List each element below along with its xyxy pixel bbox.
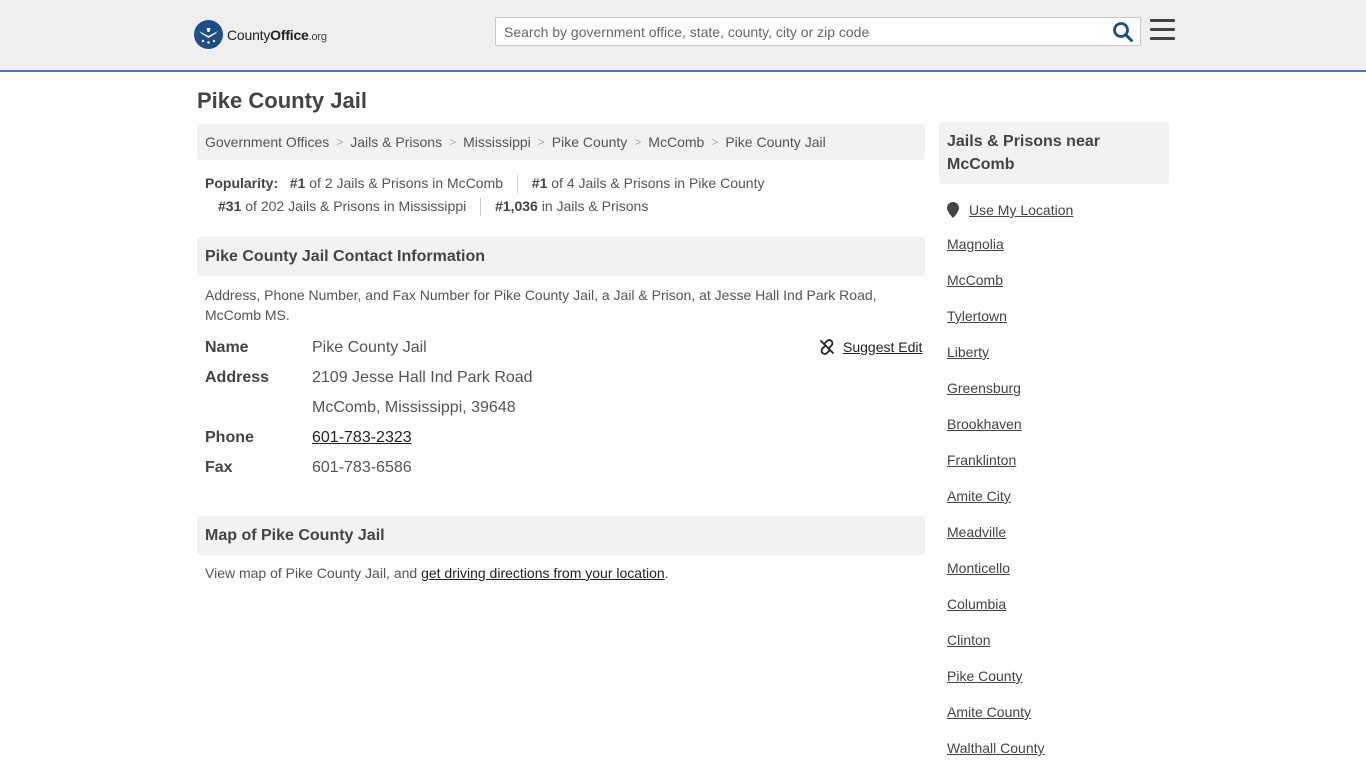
map-pin-icon <box>947 202 959 218</box>
nearby-link-tylertown[interactable]: Tylertown <box>947 308 1007 324</box>
popularity-label: Popularity: <box>205 175 279 191</box>
page-title: Pike County Jail <box>197 88 367 113</box>
map-section-heading: Map of Pike County Jail <box>197 516 925 555</box>
fax-label: Fax <box>205 459 233 476</box>
list-item: Tylertown <box>947 308 1167 344</box>
map-text-before: View map of Pike County Jail, and <box>205 565 422 581</box>
breadcrumb-item-government-offices[interactable]: Government Offices <box>205 134 329 150</box>
nearby-link-mccomb[interactable]: McComb <box>947 272 1003 288</box>
nearby-link-clinton[interactable]: Clinton <box>947 632 991 648</box>
list-item: Liberty <box>947 344 1167 380</box>
address-label: Address <box>205 369 270 386</box>
list-item: Amite City <box>947 488 1167 524</box>
logo-eagle-icon <box>194 20 223 49</box>
rank-state-number: #31 <box>218 198 242 214</box>
popularity-ranking: Popularity: #1 of 2 Jails & Prisons in M… <box>205 172 764 218</box>
name-row: Name Pike County Jail <box>205 336 925 366</box>
breadcrumb-item-current: Pike County Jail <box>725 134 826 150</box>
rank-national-text: in Jails & Prisons <box>541 198 649 214</box>
nearby-link-brookhaven[interactable]: Brookhaven <box>947 416 1022 432</box>
rank-mccomb-text: of 2 Jails & Prisons in McComb <box>309 175 503 191</box>
map-text-after: . <box>664 565 669 581</box>
rank-divider <box>480 198 482 217</box>
nearby-link-amite-county[interactable]: Amite County <box>947 704 1031 720</box>
address-line-2: McComb, Mississippi, 39648 <box>312 399 516 416</box>
breadcrumb-separator-icon: > <box>537 135 545 149</box>
driving-directions-link[interactable]: get driving directions from your locatio… <box>421 565 665 581</box>
list-item: Magnolia <box>947 236 1167 272</box>
nearby-link-walthall-county[interactable]: Walthall County <box>947 740 1045 756</box>
breadcrumb: Government Offices > Jails & Prisons > M… <box>197 124 925 160</box>
nearby-link-columbia[interactable]: Columbia <box>947 596 1006 612</box>
list-item: Monticello <box>947 560 1167 596</box>
nearby-link-liberty[interactable]: Liberty <box>947 344 989 360</box>
nearby-link-amite-city[interactable]: Amite City <box>947 488 1011 504</box>
rank-mccomb-number: #1 <box>289 175 306 191</box>
rank-county-number: #1 <box>531 175 548 191</box>
nearby-link-franklinton[interactable]: Franklinton <box>947 452 1016 468</box>
search-icon <box>1113 22 1133 42</box>
nearby-link-greensburg[interactable]: Greensburg <box>947 380 1021 396</box>
nearby-link-meadville[interactable]: Meadville <box>947 524 1006 540</box>
rank-national-number: #1,036 <box>495 198 538 214</box>
breadcrumb-separator-icon: > <box>449 135 457 149</box>
rank-divider <box>516 175 518 194</box>
search-box <box>495 17 1141 46</box>
contact-description: Address, Phone Number, and Fax Number fo… <box>205 287 877 323</box>
name-value: Pike County Jail <box>312 339 427 356</box>
address-row: Address 2109 Jesse Hall Ind Park Road <box>205 366 925 396</box>
address-row-2: McComb, Mississippi, 39648 <box>205 396 925 426</box>
logo-org-text: .org <box>308 30 327 43</box>
breadcrumb-item-pike-county[interactable]: Pike County <box>552 134 627 150</box>
breadcrumb-item-mccomb[interactable]: McComb <box>648 134 704 150</box>
logo-office-text: Office <box>270 26 309 43</box>
phone-row: Phone 601-783-2323 <box>205 426 925 456</box>
fax-value: 601-783-6586 <box>312 459 412 476</box>
list-item: Brookhaven <box>947 416 1167 452</box>
search-button[interactable] <box>1112 21 1134 43</box>
fax-row: Fax 601-783-6586 <box>205 456 925 486</box>
breadcrumb-separator-icon: > <box>634 135 642 149</box>
nearby-list: Use My Location Magnolia McComb Tylertow… <box>947 200 1167 776</box>
top-header: CountyOffice.org <box>0 0 1366 72</box>
use-location[interactable]: Use My Location <box>947 200 1167 220</box>
rank-county-text: of 4 Jails & Prisons in Pike County <box>551 175 765 191</box>
breadcrumb-separator-icon: > <box>336 135 344 149</box>
hamburger-menu-icon[interactable] <box>1150 19 1175 41</box>
map-description: View map of Pike County Jail, and get dr… <box>205 565 669 581</box>
contact-section-heading: Pike County Jail Contact Information <box>197 237 925 276</box>
list-item: Greensburg <box>947 380 1167 416</box>
breadcrumb-separator-icon: > <box>711 135 719 149</box>
list-item: Columbia <box>947 596 1167 632</box>
nearby-link-monticello[interactable]: Monticello <box>947 560 1010 576</box>
name-label: Name <box>205 339 249 356</box>
nearby-link-magnolia[interactable]: Magnolia <box>947 236 1004 252</box>
logo-wordmark: CountyOffice.org <box>227 27 327 43</box>
list-item: Amite County <box>947 704 1167 740</box>
use-my-location-link[interactable]: Use My Location <box>969 202 1073 218</box>
list-item: Franklinton <box>947 452 1167 488</box>
phone-label: Phone <box>205 429 254 446</box>
sidebar-heading: Jails & Prisons near McComb <box>939 122 1169 184</box>
list-item: McComb <box>947 272 1167 308</box>
phone-link[interactable]: 601-783-2323 <box>312 429 412 446</box>
rank-state-text: of 202 Jails & Prisons in Mississippi <box>245 198 467 214</box>
breadcrumb-item-mississippi[interactable]: Mississippi <box>463 134 531 150</box>
logo-county-text: County <box>227 26 271 43</box>
list-item: Clinton <box>947 632 1167 668</box>
list-item: Pike County <box>947 668 1167 704</box>
nearby-link-pike-county[interactable]: Pike County <box>947 668 1022 684</box>
contact-details: Name Pike County Jail Address 2109 Jesse… <box>205 336 925 486</box>
search-input[interactable] <box>496 18 1106 45</box>
list-item: Walthall County <box>947 740 1167 776</box>
breadcrumb-item-jails-prisons[interactable]: Jails & Prisons <box>350 134 442 150</box>
site-logo[interactable]: CountyOffice.org <box>194 20 327 49</box>
list-item: Meadville <box>947 524 1167 560</box>
address-line-1: 2109 Jesse Hall Ind Park Road <box>312 369 533 386</box>
